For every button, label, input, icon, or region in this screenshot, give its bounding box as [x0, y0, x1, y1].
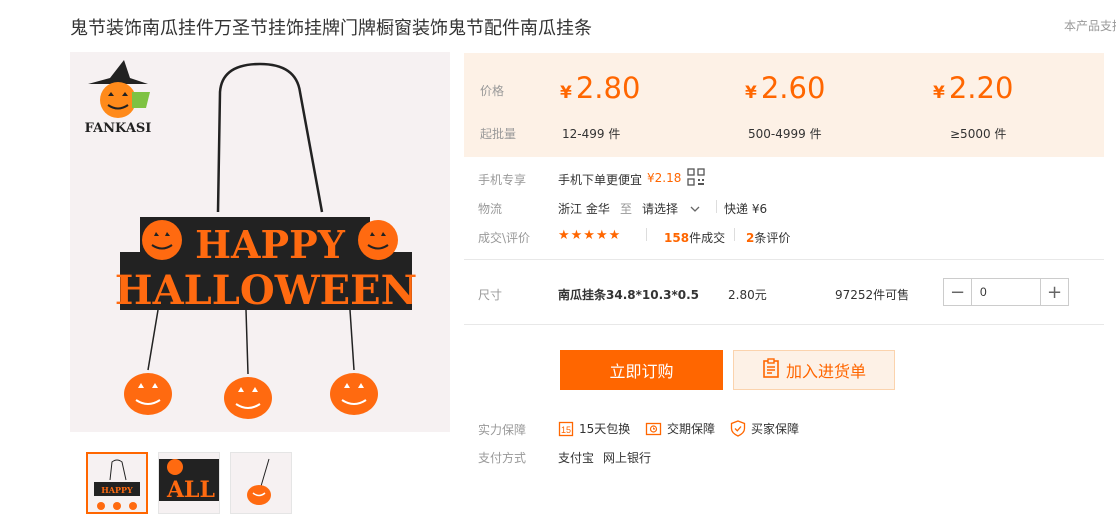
payment-alipay: 支付宝 — [558, 451, 595, 465]
qr-code-icon[interactable] — [687, 168, 705, 190]
mobile-price: ¥2.18 — [647, 171, 682, 185]
reviews-separator-1 — [646, 228, 647, 241]
price-tier-3-range: ≥5000 件 — [950, 127, 1007, 141]
thumbnail-2[interactable]: ALL — [158, 452, 220, 514]
logistics-separator — [716, 200, 717, 213]
size-name: 南瓜挂条34.8*10.3*0.5 — [558, 288, 700, 302]
divider-2 — [464, 324, 1104, 325]
svg-text:ALL: ALL — [166, 477, 215, 503]
logistics-label: 物流 — [478, 202, 503, 216]
review-suffix: 条评价 — [754, 231, 791, 245]
price-tier-1-range: 12-499 件 — [562, 127, 621, 141]
delivery-icon — [645, 421, 662, 437]
deal-count-link[interactable]: 158件成交 — [664, 229, 725, 246]
guarantee-exchange[interactable]: 15 15天包换 — [558, 420, 630, 437]
brand-logo: FANKASI — [85, 60, 152, 136]
thumbnail-1[interactable]: HAPPY — [86, 452, 148, 514]
reviews-separator-2 — [734, 228, 735, 241]
reviews-label: 成交\评价 — [478, 231, 531, 245]
deal-count: 158 — [664, 231, 690, 245]
guarantee-buyer-label: 买家保障 — [751, 422, 800, 436]
sign-text-happy: HAPPY — [195, 222, 346, 267]
rating-stars: ★★★★★ — [558, 228, 622, 243]
exchange-icon: 15 — [558, 421, 574, 437]
quantity-plus-button[interactable]: + — [1040, 279, 1068, 305]
deal-suffix: 件成交 — [689, 231, 726, 245]
thumbnail-3[interactable] — [230, 452, 292, 514]
payment-label: 支付方式 — [478, 451, 527, 465]
logistics-to: 至 — [620, 202, 633, 216]
brand-name: FANKASI — [85, 121, 152, 136]
price-tier-3: ¥2.20 — [933, 71, 1014, 105]
express-fee: 快递 ¥6 — [724, 202, 768, 216]
guarantee-buyer[interactable]: 买家保障 — [730, 420, 799, 437]
sign-text-halloween: HALLOWEEN — [115, 267, 417, 314]
size-label: 尺寸 — [478, 288, 503, 302]
destination-select-label: 请选择 — [642, 202, 679, 216]
main-product-image: FANKASI HAPPY HALLOWEEN — [70, 52, 450, 432]
price-tier-2-range: 500-4999 件 — [748, 127, 822, 141]
shield-icon — [730, 420, 746, 437]
stock-available: 97252件可售 — [835, 288, 910, 302]
guarantee-exchange-label: 15天包换 — [579, 422, 631, 436]
price-tier-2: ¥2.60 — [745, 71, 826, 105]
chevron-down-icon — [690, 202, 700, 216]
add-to-purchase-list-label: 加入进货单 — [785, 362, 866, 381]
thumbnail-strip: HAPPY ALL — [86, 452, 292, 514]
quantity-input[interactable] — [972, 279, 1040, 305]
mobile-label: 手机专享 — [478, 173, 527, 187]
review-count-link[interactable]: 2条评价 — [746, 229, 790, 246]
svg-text:HAPPY: HAPPY — [101, 485, 133, 495]
size-price: 2.80元 — [728, 288, 767, 302]
price-panel: 价格 起批量 ¥2.80 12-499 件 ¥2.60 500-4999 件 ¥… — [464, 53, 1104, 157]
price-label: 价格 — [480, 84, 505, 98]
quantity-minus-button[interactable]: − — [944, 279, 972, 305]
logistics-origin: 浙江 金华 — [558, 202, 610, 216]
guarantee-delivery[interactable]: 交期保障 — [645, 420, 715, 437]
quantity-stepper: − + — [943, 278, 1069, 306]
guarantee-delivery-label: 交期保障 — [667, 422, 716, 436]
min-order-label: 起批量 — [480, 127, 517, 141]
clipboard-icon — [762, 358, 780, 382]
service-support-link[interactable]: 本产品支持 — [1064, 17, 1116, 34]
divider-1 — [464, 259, 1104, 260]
destination-select[interactable]: 请选择 — [642, 200, 700, 217]
mobile-text: 手机下单更便宜 — [558, 173, 643, 187]
product-title: 鬼节装饰南瓜挂件万圣节挂饰挂牌门牌橱窗装饰鬼节配件南瓜挂条 — [70, 18, 592, 39]
price-tier-1: ¥2.80 — [560, 71, 641, 105]
buy-now-button[interactable]: 立即订购 — [560, 350, 723, 390]
svg-text:15: 15 — [561, 425, 571, 435]
guarantee-label: 实力保障 — [478, 423, 527, 437]
payment-online-bank: 网上银行 — [603, 451, 652, 465]
add-to-purchase-list-button[interactable]: 加入进货单 — [733, 350, 895, 390]
